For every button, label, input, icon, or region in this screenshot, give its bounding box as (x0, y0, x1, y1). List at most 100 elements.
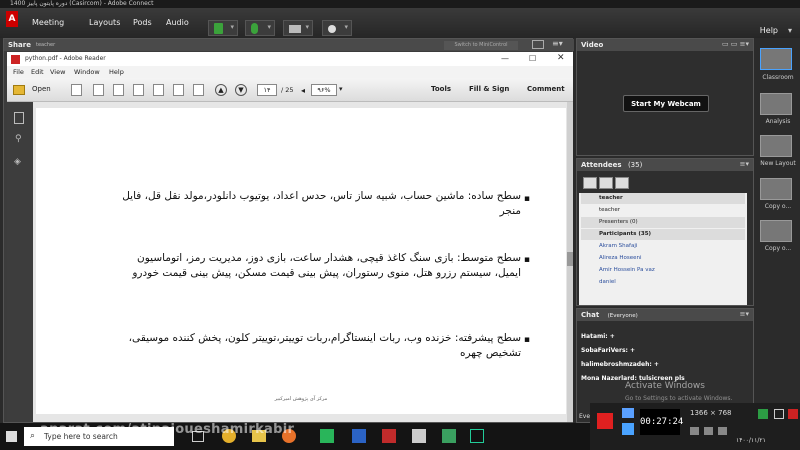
save-icon[interactable] (153, 84, 164, 96)
activate-windows-subtitle: Go to Settings to activate Windows. (625, 395, 733, 402)
participants-group[interactable]: Participants (35) (581, 229, 745, 240)
grid-view-icon[interactable] (599, 177, 613, 189)
camera-icon[interactable] (622, 408, 634, 418)
menu-layouts[interactable]: Layouts (89, 18, 120, 27)
paragraph-advanced-line2: تشخیص چهره (459, 347, 521, 359)
host-row[interactable]: teacher (581, 205, 745, 216)
scrollbar-thumb[interactable] (567, 252, 573, 266)
hosts-group[interactable]: teacher (581, 193, 745, 204)
video-pod-controls-icon[interactable]: ▭ ▭ ≡▾ (722, 40, 749, 48)
reader-menu-edit[interactable]: Edit (31, 68, 44, 76)
reader-menu-view[interactable]: View (50, 68, 65, 76)
microphone-button[interactable]: ▾ (245, 20, 275, 36)
reader-menubar: File Edit View Window Help (7, 66, 573, 78)
upload-icon[interactable] (133, 84, 144, 96)
create-pdf-icon[interactable] (71, 84, 82, 96)
tray-icon[interactable] (704, 427, 713, 435)
terminal-icon[interactable] (470, 429, 484, 443)
chat-message: halimebroshmzadeh: + (581, 361, 659, 368)
fullscreen-icon[interactable] (532, 40, 544, 49)
list-view-icon[interactable] (583, 177, 597, 189)
pod-menu-icon[interactable]: ≡▾ (552, 39, 563, 48)
webcam-button[interactable]: ▾ (283, 20, 313, 36)
attachment-icon[interactable]: ⚲ (15, 134, 22, 144)
video-pod: Video ▭ ▭ ≡▾ Start My Webcam (576, 38, 754, 156)
participant-name: daniel (599, 279, 616, 285)
participant-row[interactable]: daniel (581, 277, 745, 288)
comment-button[interactable]: Comment (527, 85, 565, 93)
print-icon[interactable] (173, 84, 184, 96)
reader-menu-window[interactable]: Window (74, 68, 100, 76)
pdf-page: ▪ سطح ساده: ماشین حساب، شبیه ساز تاس، حد… (36, 108, 566, 414)
layout-label: Classroom (762, 74, 794, 81)
minimize-icon[interactable]: — (501, 54, 509, 63)
maximize-icon[interactable]: ☐ (529, 54, 536, 63)
screen-recorder-overlay: 00:27:24 1366 × 768 ۱۴۰۰/۱۱/۲۱ (590, 403, 800, 450)
chevron-down-icon[interactable]: ▾ (788, 26, 792, 35)
fill-sign-button[interactable]: Fill & Sign (469, 85, 509, 93)
attendee-list: teacher teacher Presenters (0) Participa… (579, 193, 747, 305)
email-icon[interactable] (193, 84, 204, 96)
layers-icon[interactable]: ◈ (14, 157, 21, 167)
tray-icon[interactable] (690, 427, 699, 435)
attendees-title: Attendees (581, 161, 622, 169)
pycharm-icon[interactable] (320, 429, 334, 443)
close-icon[interactable]: ✕ (557, 53, 565, 63)
app-menubar: A Meeting Layouts Pods Audio ▾ ▾ ▾ ▾ Hel… (0, 8, 800, 38)
open-button[interactable]: Open (32, 85, 51, 93)
presenters-group[interactable]: Presenters (0) (581, 217, 745, 228)
recorder-fullscreen-icon[interactable] (774, 409, 784, 419)
pause-icon[interactable] (622, 423, 634, 435)
recorder-green-icon[interactable] (758, 409, 768, 419)
participant-row[interactable]: Akram Shafaji (581, 241, 745, 252)
reader-menu-file[interactable]: File (13, 68, 24, 76)
acrobat-icon[interactable] (382, 429, 396, 443)
window-titlebar: دوره پایتون پاییز 1400 (Casircom) - Adob… (0, 0, 800, 8)
pod-menu-icon[interactable]: ≡▾ (740, 160, 749, 168)
adobe-connect-icon[interactable] (412, 429, 426, 443)
help-menu[interactable]: Help (760, 26, 778, 35)
open-folder-icon[interactable] (13, 85, 25, 95)
paragraph-basic-line1: سطح ساده: ماشین حساب، شبیه ساز تاس، حدس … (122, 190, 521, 202)
volume-icon[interactable] (718, 427, 727, 435)
scrollbar[interactable] (567, 102, 573, 422)
record-stop-button[interactable] (597, 413, 613, 429)
participant-name: Alireza Hoseeni (599, 255, 642, 261)
share-pod: Share teacher Switch to MiniControl ≡▾ p… (3, 38, 574, 423)
reader-menu-help[interactable]: Help (109, 68, 124, 76)
layout-thumb-analysis[interactable] (760, 93, 792, 115)
minicontrol-button[interactable]: Switch to MiniControl (444, 41, 518, 50)
start-webcam-button[interactable]: Start My Webcam (623, 95, 709, 112)
raise-hand-button[interactable]: ▾ (322, 20, 352, 36)
pod-menu-icon[interactable]: ≡▾ (740, 310, 749, 318)
app-icon[interactable] (442, 429, 456, 443)
layout-thumb-classroom[interactable] (760, 48, 792, 70)
recorder-close-icon[interactable] (788, 409, 798, 419)
menu-meeting[interactable]: Meeting (32, 18, 64, 27)
participant-row[interactable]: Alireza Hoseeni (581, 253, 745, 264)
windows-start-icon[interactable] (6, 431, 17, 442)
pages-icon[interactable] (14, 112, 24, 124)
zoom-dropdown-icon[interactable]: ▾ (339, 85, 343, 93)
next-page-icon[interactable]: ▼ (235, 84, 247, 96)
chat-title: Chat (581, 311, 600, 319)
page-number-field[interactable]: ۱۴ (257, 84, 277, 96)
bullet-icon: ▪ (523, 255, 530, 265)
layout-thumb-copy-1[interactable] (760, 178, 792, 200)
convert-icon[interactable] (93, 84, 104, 96)
attendees-pod-header: Attendees (35) (577, 159, 753, 171)
zoom-out-icon[interactable]: ◂ (301, 86, 305, 95)
word-icon[interactable] (352, 429, 366, 443)
speaker-button[interactable]: ▾ (208, 20, 238, 36)
edit-icon[interactable] (113, 84, 124, 96)
layout-thumb-copy-2[interactable] (760, 220, 792, 242)
menu-audio[interactable]: Audio (166, 18, 189, 27)
participant-name: Amir Hossein Pa vaz (599, 267, 655, 273)
menu-pods[interactable]: Pods (133, 18, 152, 27)
layout-thumb-new[interactable] (760, 135, 792, 157)
status-view-icon[interactable] (615, 177, 629, 189)
participant-row[interactable]: Amir Hossein Pa vaz (581, 265, 745, 276)
zoom-field[interactable]: ۹۶% (311, 84, 337, 96)
tools-button[interactable]: Tools (431, 85, 451, 93)
prev-page-icon[interactable]: ▲ (215, 84, 227, 96)
